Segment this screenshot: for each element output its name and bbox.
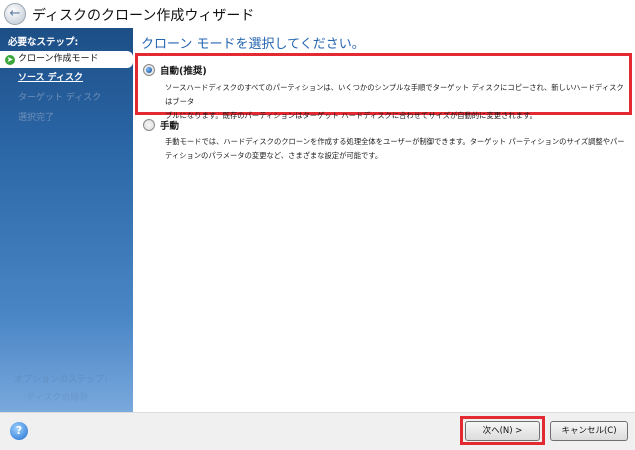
step-clone-mode[interactable]: ➤ クローン作成モード <box>0 51 133 68</box>
manual-mode-radio[interactable] <box>143 119 155 131</box>
desc-line: 手動モードでは、ハードディスクのクローンを作成する処理全体をユーザーが制御できま… <box>165 137 625 146</box>
step-exclude-disks: ディスクの除外 <box>26 393 89 403</box>
page-heading: クローン モードを選択してください。 <box>141 37 365 52</box>
desc-line: ティションのパラメータの変更など、さまざまな設定が可能です。 <box>165 151 383 160</box>
help-icon[interactable]: ? <box>10 422 28 440</box>
cancel-button[interactable]: キャンセル(C) <box>550 421 628 441</box>
step-source-disk[interactable]: ソース ディスク <box>0 70 133 87</box>
auto-mode-radio[interactable] <box>143 64 155 76</box>
next-button[interactable]: 次へ(N) > <box>465 421 540 441</box>
window-title: ディスクのクローン作成ウィザード <box>32 8 255 24</box>
wizard-footer: ? 次へ(N) > キャンセル(C) <box>0 412 635 450</box>
required-steps-heading: 必要なステップ: <box>8 37 79 48</box>
step-target-disk: ターゲット ディスク <box>18 93 102 103</box>
desc-line: ブルになります。既存のパーティションはターゲット ハードディスクに合わせてサイズ… <box>165 111 537 120</box>
auto-mode-label: 自動(推奨) <box>160 66 207 77</box>
optional-steps-heading: オプションのステップ: <box>14 375 108 385</box>
step-finish: 選択完了 <box>18 113 55 123</box>
title-bar: ← ディスクのクローン作成ウィザード <box>0 0 635 28</box>
manual-mode-label: 手動 <box>160 121 180 132</box>
manual-mode-description: 手動モードでは、ハードディスクのクローンを作成する処理全体をユーザーが制御できま… <box>165 135 627 163</box>
step-label: クローン作成モード <box>18 54 99 64</box>
desc-line: ソースハードディスクのすべてのパーティションは、いくつかのシンプルな手順でターゲ… <box>165 83 624 106</box>
current-step-arrow-icon: ➤ <box>5 55 15 65</box>
wizard-sidebar: 必要なステップ: ➤ クローン作成モード ソース ディスク ターゲット ディスク… <box>0 28 133 412</box>
back-arrow-icon[interactable]: ← <box>4 3 26 25</box>
auto-mode-description: ソースハードディスクのすべてのパーティションは、いくつかのシンプルな手順でターゲ… <box>165 81 627 123</box>
